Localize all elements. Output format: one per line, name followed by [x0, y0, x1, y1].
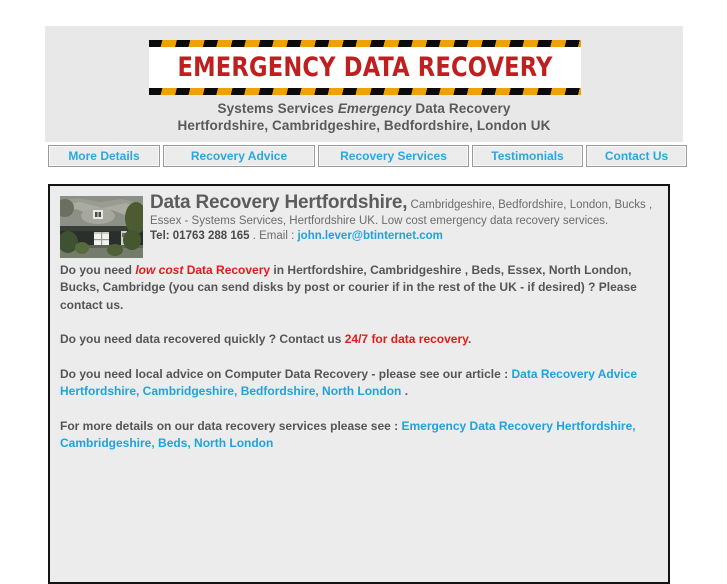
paragraph-more-details: For more details on our data recovery se…	[60, 418, 658, 453]
thatched-cottage-image	[60, 196, 143, 258]
site-header: EMERGENCY DATA RECOVERY Systems Services…	[45, 26, 683, 142]
para1-data-recovery-emphasis: Data Recovery	[183, 262, 271, 277]
email-separator: . Email :	[249, 230, 298, 242]
subtitle-part-b: Data Recovery	[411, 101, 511, 116]
para2-247-emphasis: 24/7 for data recovery	[344, 332, 468, 346]
paragraph-low-cost: Do you need low cost Data Recovery in He…	[60, 262, 658, 315]
para1-lowcost-emphasis: low cost	[135, 262, 184, 277]
para1-part-a: Do you need	[60, 262, 136, 277]
nav-item-recovery-advice[interactable]: Recovery Advice	[163, 145, 315, 167]
subtitle-line-2: Hertfordshire, Cambridgeshire, Bedfordsh…	[177, 118, 551, 133]
site-subtitle: Systems Services Emergency Data Recovery…	[45, 100, 683, 134]
para2-part-b: .	[467, 332, 472, 346]
nav-item-recovery-services[interactable]: Recovery Services	[318, 145, 469, 167]
paragraph-local-advice: Do you need local advice on Computer Dat…	[60, 366, 658, 401]
page-title: Data Recovery Hertfordshire,	[150, 192, 408, 213]
nav-item-contact-us[interactable]: Contact Us	[586, 145, 687, 167]
subtitle-emphasis: Emergency	[337, 101, 412, 116]
emergency-banner: EMERGENCY DATA RECOVERY	[149, 40, 581, 95]
nav-item-more-details[interactable]: More Details	[48, 145, 160, 167]
telephone-number: Tel: 01763 288 165	[150, 230, 250, 242]
paragraph-quick-recovery: Do you need data recovered quickly ? Con…	[60, 331, 658, 349]
content-panel: Data Recovery Hertfordshire, Cambridgesh…	[48, 184, 670, 584]
subtitle-part-a: Systems Services	[217, 101, 338, 116]
para4-part-a: For more details on our data recovery se…	[60, 418, 402, 433]
main-navigation: More Details Recovery Advice Recovery Se…	[48, 145, 687, 167]
banner-title: EMERGENCY DATA RECOVERY	[177, 52, 553, 83]
nav-item-testimonials[interactable]: Testimonials	[472, 145, 583, 167]
hazard-stripe-bottom-icon	[149, 88, 581, 95]
para2-part-a: Do you need data recovered quickly ? Con…	[60, 332, 345, 346]
intro-block: Data Recovery Hertfordshire, Cambridgesh…	[60, 192, 658, 245]
email-link[interactable]: john.lever@btinternet.com	[297, 230, 442, 242]
subtitle-line-1: Systems Services Emergency Data Recovery	[45, 100, 683, 117]
para3-part-a: Do you need local advice on Computer Dat…	[60, 366, 512, 381]
para3-part-b: .	[401, 384, 409, 398]
hazard-stripe-top-icon	[149, 40, 581, 47]
